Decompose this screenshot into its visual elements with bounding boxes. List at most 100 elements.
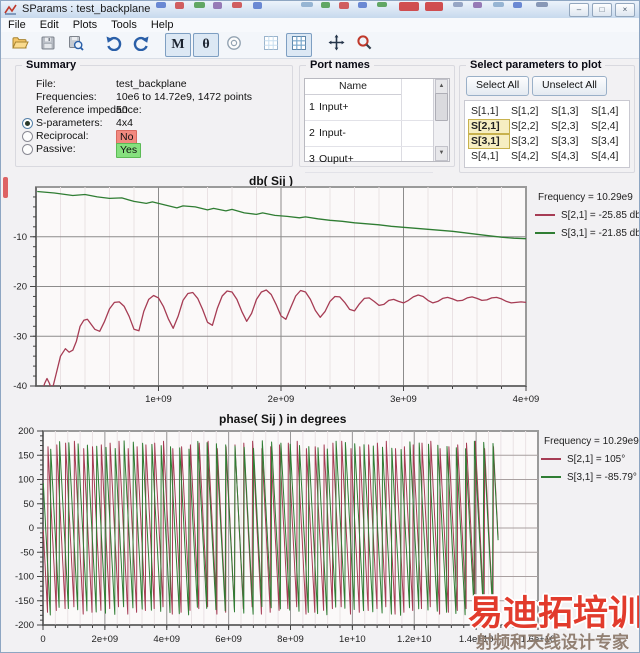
port-row[interactable]: 1 Input+ [305, 94, 433, 121]
summary-radio-row: S-parameters: 4x4 [22, 117, 288, 130]
minimize-button[interactable]: ‒ [569, 3, 589, 17]
scrollbar-up-arrow[interactable]: ▲ [435, 79, 448, 94]
decoration-fragment [321, 2, 330, 8]
svg-text:2e+09: 2e+09 [92, 634, 119, 645]
sparam-cell-s13[interactable]: S[1,3] [549, 105, 589, 118]
legend-swatch [535, 214, 555, 216]
toolbar-save-report-button[interactable] [63, 33, 89, 57]
menu-edit[interactable]: Edit [33, 18, 66, 32]
toolbar-phase-button[interactable]: θ [193, 33, 219, 57]
menu-file[interactable]: File [1, 18, 33, 32]
select-parameters-group: Select parameters to plot Select All Unse… [459, 59, 635, 173]
svg-text:4e+09: 4e+09 [153, 634, 180, 645]
svg-text:-50: -50 [20, 547, 34, 558]
toolbar: Mθ [1, 32, 639, 59]
toolbar-grid-fine-button[interactable] [258, 33, 284, 57]
sparam-cell-s32[interactable]: S[3,2] [509, 135, 549, 148]
sparam-cell-s22[interactable]: S[2,2] [509, 120, 549, 133]
radio-sparameters[interactable] [22, 118, 33, 129]
svg-text:-30: -30 [13, 331, 27, 342]
svg-text:50: 50 [23, 499, 34, 510]
decoration-fragment [536, 2, 548, 7]
scrollbar-thumb[interactable] [435, 93, 448, 121]
toolbar-pan-button[interactable] [323, 33, 349, 57]
sparam-cell-s44[interactable]: S[4,4] [589, 150, 629, 163]
phase-plot-legend: Frequency = 10.29e9 S[2,1] = 105° S[3,1] =… [541, 432, 639, 486]
toolbar-grid-button[interactable] [286, 33, 312, 57]
toolbar-magnitude-button[interactable]: M [165, 33, 191, 57]
menu-tools[interactable]: Tools [104, 18, 144, 32]
svg-text:0: 0 [40, 634, 45, 645]
menu-help[interactable]: Help [144, 18, 181, 32]
port-names-table: Name 1 Input+ 2 Input- 3 Ouput+ ▲ ▼ [304, 78, 450, 173]
legend-entry-text: S[2,1] = 105° [567, 453, 626, 465]
decoration-fragment [253, 2, 262, 9]
toolbar-magnitude-label: M [171, 37, 185, 52]
summary-row-value: 10e6 to 14.72e9, 1472 points [116, 91, 253, 103]
port-name: Input- [319, 127, 346, 139]
title-bar: SParams : test_backplane ‒ □ × [1, 1, 639, 19]
legend-swatch [535, 232, 555, 234]
port-number: 3 [309, 153, 315, 165]
sparam-cell-s34[interactable]: S[3,4] [589, 135, 629, 148]
decoration-fragment [377, 2, 387, 7]
radio-passive[interactable] [22, 144, 33, 155]
menu-plots[interactable]: Plots [66, 18, 104, 32]
decoration-fragment [194, 2, 205, 8]
summary-row-label: File: [36, 78, 56, 90]
summary-radio-label: Reciprocal: [36, 130, 89, 142]
maximize-button[interactable]: □ [592, 3, 612, 17]
grid-fine-icon [263, 35, 279, 56]
toolbar-zoom-button[interactable] [351, 33, 377, 57]
window-title: SParams : test_backplane [22, 3, 151, 15]
watermark-fragment [3, 177, 8, 198]
decoration-fragment [175, 2, 184, 9]
sparam-cell-s43[interactable]: S[4,3] [549, 150, 589, 163]
port-row[interactable]: 3 Ouput+ [305, 146, 433, 173]
sparam-cell-s12[interactable]: S[1,2] [509, 105, 549, 118]
sparam-cell-s14[interactable]: S[1,4] [589, 105, 629, 118]
toolbar-redo-button[interactable] [128, 33, 154, 57]
summary-radio-label: Passive: [36, 143, 76, 155]
window-controls: ‒ □ × [569, 3, 635, 17]
folder-open-icon [11, 35, 29, 56]
sparam-cell-s21[interactable]: S[2,1] [468, 119, 510, 134]
decoration-fragment [213, 2, 222, 9]
toolbar-open-button[interactable] [7, 33, 33, 57]
summary-group-title: Summary [22, 59, 81, 71]
svg-text:8e+09: 8e+09 [277, 634, 304, 645]
port-name: Ouput+ [319, 153, 354, 165]
radio-reciprocal[interactable] [22, 131, 33, 142]
select-all-button[interactable]: Select All [466, 76, 530, 96]
svg-text:6e+09: 6e+09 [215, 634, 242, 645]
svg-text:1.2e+10: 1.2e+10 [397, 634, 432, 645]
select-parameters-group-title: Select parameters to plot [466, 59, 606, 71]
grid-icon [291, 35, 307, 56]
app-icon [4, 3, 17, 16]
port-names-group: Port names Name 1 Input+ 2 Input- 3 Ouput+ ▲ … [299, 59, 455, 173]
toolbar-undo-button[interactable] [100, 33, 126, 57]
summary-row-label: Frequencies: [36, 91, 97, 103]
sparam-cell-s33[interactable]: S[3,3] [549, 135, 589, 148]
app-window: SParams : test_backplane ‒ □ × File Edit Plo… [0, 0, 640, 653]
toolbar-smith-button[interactable] [221, 33, 247, 57]
unselect-all-button[interactable]: Unselect All [532, 76, 607, 96]
sparam-cell-s23[interactable]: S[2,3] [549, 120, 589, 133]
port-row[interactable]: 2 Input- [305, 120, 433, 147]
sparam-cell-s31[interactable]: S[3,1] [468, 134, 510, 149]
sparam-cell-s24[interactable]: S[2,4] [589, 120, 629, 133]
close-button[interactable]: × [615, 3, 635, 17]
save-search-icon [68, 35, 84, 56]
scrollbar-down-arrow[interactable]: ▼ [435, 146, 448, 161]
summary-row-value: 50 [116, 104, 128, 116]
sparam-cell-s11[interactable]: S[1,1] [469, 105, 509, 118]
port-name-column-header: Name [305, 79, 401, 95]
legend-entry-text: S[2,1] = -25.85 db [561, 209, 640, 221]
summary-radio-value: 4x4 [116, 117, 133, 129]
summary-radio-label: S-parameters: [36, 117, 103, 129]
sparam-cell-s41[interactable]: S[4,1] [469, 150, 509, 163]
sparam-cell-s42[interactable]: S[4,2] [509, 150, 549, 163]
port-table-scrollbar[interactable]: ▲ ▼ [433, 79, 449, 161]
port-number: 2 [309, 127, 315, 139]
toolbar-save-button[interactable] [35, 33, 61, 57]
